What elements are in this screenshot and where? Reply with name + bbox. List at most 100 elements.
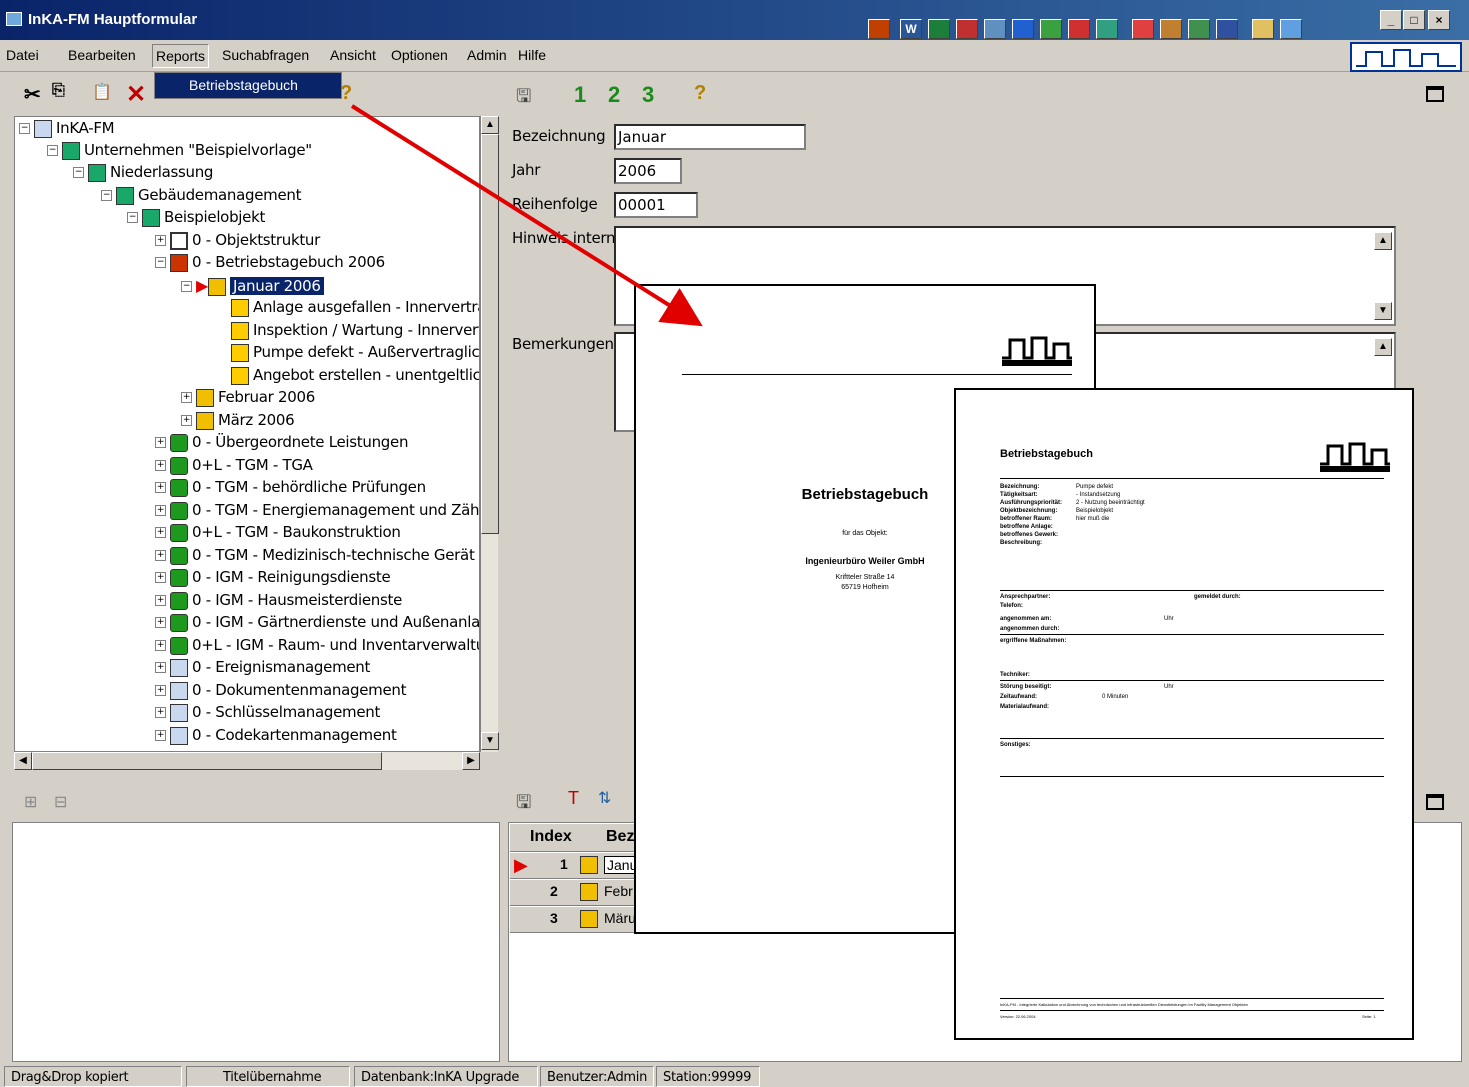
maximize-icon[interactable] — [1426, 794, 1444, 810]
table-row[interactable]: 3 Märu — [510, 907, 640, 933]
help-icon[interactable]: ? — [694, 82, 706, 105]
stoerung-label: Störung beseitigt: — [1000, 684, 1052, 690]
tree-item[interactable]: +0 - Dokumentenmanagement — [155, 681, 407, 703]
delete-icon[interactable]: ✕ — [126, 80, 146, 109]
menu-optionen[interactable]: Optionen — [391, 47, 448, 63]
hscroll-thumb[interactable] — [32, 752, 382, 770]
tree-item[interactable]: − Niederlassung — [73, 163, 213, 185]
field-label: betroffene Anlage: — [1000, 524, 1053, 530]
paste-icon[interactable]: 📋 — [92, 82, 112, 102]
table-row[interactable]: ▶ 1 Janu — [510, 853, 641, 879]
close-button[interactable]: × — [1428, 10, 1450, 30]
excel-icon[interactable] — [928, 19, 950, 39]
reihenfolge-field[interactable]: 00001 — [614, 192, 698, 218]
table-row[interactable]: 2 Febr — [510, 880, 640, 906]
scroll-down-icon[interactable]: ▼ — [1374, 302, 1392, 320]
tab-2[interactable]: 2 — [608, 82, 620, 108]
tree-item[interactable]: +0 - Codekartenmanagement — [155, 726, 397, 748]
expand-icon[interactable]: ⊞ — [24, 792, 37, 812]
tree-item[interactable]: Pumpe defekt - Außervertraglich — [231, 343, 479, 365]
tree-item[interactable]: +0 - IGM - Hausmeisterdienste — [155, 591, 402, 613]
globe-icon[interactable] — [1188, 19, 1210, 39]
tree-item[interactable]: +0 - TGM - behördliche Prüfungen — [155, 478, 426, 500]
save-icon[interactable]: 🖫 — [516, 84, 531, 114]
tree-item[interactable]: − Unternehmen "Beispielvorlage" — [47, 141, 312, 163]
menu-reports[interactable]: Reports — [152, 44, 210, 68]
refresh-icon[interactable] — [1012, 19, 1034, 39]
menu-hilfe[interactable]: Hilfe — [518, 47, 546, 63]
tree-item[interactable]: +0 - Ereignismanagement — [155, 658, 370, 680]
save-icon[interactable]: 🖫 — [516, 790, 531, 820]
menu-admin[interactable]: Admin — [467, 47, 507, 63]
powerpoint-icon[interactable] — [956, 19, 978, 39]
cut-icon[interactable]: ✂ — [24, 82, 41, 107]
tree-item[interactable]: − Beispielobjekt — [127, 208, 265, 230]
field-value: hier muß die — [1076, 516, 1110, 522]
copy-icon[interactable]: ⎘ — [52, 82, 65, 100]
acrobat-icon[interactable] — [1132, 19, 1154, 39]
tree-item-selected[interactable]: − ▶ Januar 2006 — [181, 276, 324, 298]
minimize-button[interactable]: _ — [1380, 10, 1402, 30]
tool-icon[interactable] — [868, 19, 890, 39]
column-index[interactable]: Index — [530, 828, 572, 846]
chart-icon[interactable] — [984, 19, 1006, 39]
word-icon[interactable]: W — [900, 19, 922, 39]
tree-item[interactable]: +0 - Objektstruktur — [155, 231, 320, 253]
status-dragdrop: Drag&Drop kopiert — [4, 1066, 182, 1087]
tree-item[interactable]: − Gebäudemanagement — [101, 186, 302, 208]
clock-icon[interactable] — [1040, 19, 1062, 39]
tree-item[interactable]: +0+L - IGM - Raum- und Inventarverwaltu — [155, 636, 479, 658]
tree-item[interactable]: − InKA-FM — [19, 119, 115, 141]
paint-icon[interactable] — [1160, 19, 1182, 39]
publisher-icon[interactable] — [1096, 19, 1118, 39]
window-icon[interactable] — [1280, 19, 1302, 39]
folder-icon[interactable] — [1252, 19, 1274, 39]
tree-item[interactable]: + März 2006 — [181, 411, 295, 433]
status-titel: Titelübernahme — [186, 1066, 350, 1087]
tree-item[interactable]: +0 - IGM - Gärtnerdienste und Außenanla — [155, 613, 479, 635]
export-icon[interactable]: ⇅ — [598, 788, 611, 808]
reports-dropdown-item[interactable]: Betriebstagebuch — [154, 72, 342, 99]
tree-horizontal-scrollbar[interactable]: ◀ ▶ — [14, 752, 480, 770]
column-bezeichnung[interactable]: Bez — [606, 828, 634, 846]
tree-item[interactable]: −0 - Betriebstagebuch 2006 — [155, 253, 385, 275]
tab-1[interactable]: 1 — [574, 82, 586, 108]
tree-item[interactable]: +0 - TGM - Energiemanagement und Zäh — [155, 501, 479, 523]
scroll-up-icon[interactable]: ▲ — [1374, 232, 1392, 250]
menu-ansicht[interactable]: Ansicht — [330, 47, 376, 63]
tree-item[interactable]: +0 - Schlüsselmanagement — [155, 703, 380, 725]
scroll-down-icon[interactable]: ▼ — [481, 732, 499, 750]
menu-bearbeiten[interactable]: Bearbeiten — [68, 47, 136, 63]
tree-item[interactable]: + Februar 2006 — [181, 388, 315, 410]
collapse-icon[interactable]: ⊟ — [54, 792, 67, 812]
tree-item[interactable]: +0+L - TGM - TGA — [155, 456, 313, 478]
tree-item[interactable]: Angebot erstellen - unentgeltlich — [231, 366, 479, 388]
scroll-left-icon[interactable]: ◀ — [14, 752, 32, 770]
row-name: Febr — [604, 883, 633, 899]
tree-item[interactable]: Inspektion / Wartung - Innervert — [231, 321, 479, 343]
rule — [1000, 634, 1384, 635]
company-logo — [1350, 42, 1462, 72]
scroll-thumb[interactable] — [481, 134, 499, 534]
menu-suchabfragen[interactable]: Suchabfragen — [222, 47, 309, 63]
tree-item[interactable]: +0 - Übergeordnete Leistungen — [155, 433, 408, 455]
tree-item[interactable]: +0+L - TGM - Baukonstruktion — [155, 523, 401, 545]
maximize-icon[interactable] — [1426, 86, 1444, 102]
tab-3[interactable]: 3 — [642, 82, 654, 108]
tree-vertical-scrollbar[interactable]: ▲ ▼ — [480, 116, 499, 752]
scroll-up-icon[interactable]: ▲ — [1374, 338, 1392, 356]
scroll-up-icon[interactable]: ▲ — [481, 116, 499, 134]
pen-icon[interactable] — [1216, 19, 1238, 39]
title-bar: InKA-FM Hauptformular W _ □ × — [0, 0, 1469, 40]
bezeichnung-field[interactable]: Januar — [614, 124, 806, 150]
menu-datei[interactable]: Datei — [6, 47, 39, 63]
tree-item[interactable]: Anlage ausgefallen - Innervertrac — [231, 298, 479, 320]
access-icon[interactable] — [1068, 19, 1090, 39]
jahr-field[interactable]: 2006 — [614, 158, 682, 184]
tree-item[interactable]: +0 - IGM - Reinigungsdienste — [155, 568, 391, 590]
tree-item[interactable]: +0 - TGM - Medizinisch-technische Gerät — [155, 546, 475, 568]
sonstiges-label: Sonstiges: — [1000, 742, 1031, 748]
filter-icon[interactable]: T — [568, 788, 579, 809]
restore-button[interactable]: □ — [1403, 10, 1425, 30]
scroll-right-icon[interactable]: ▶ — [462, 752, 480, 770]
